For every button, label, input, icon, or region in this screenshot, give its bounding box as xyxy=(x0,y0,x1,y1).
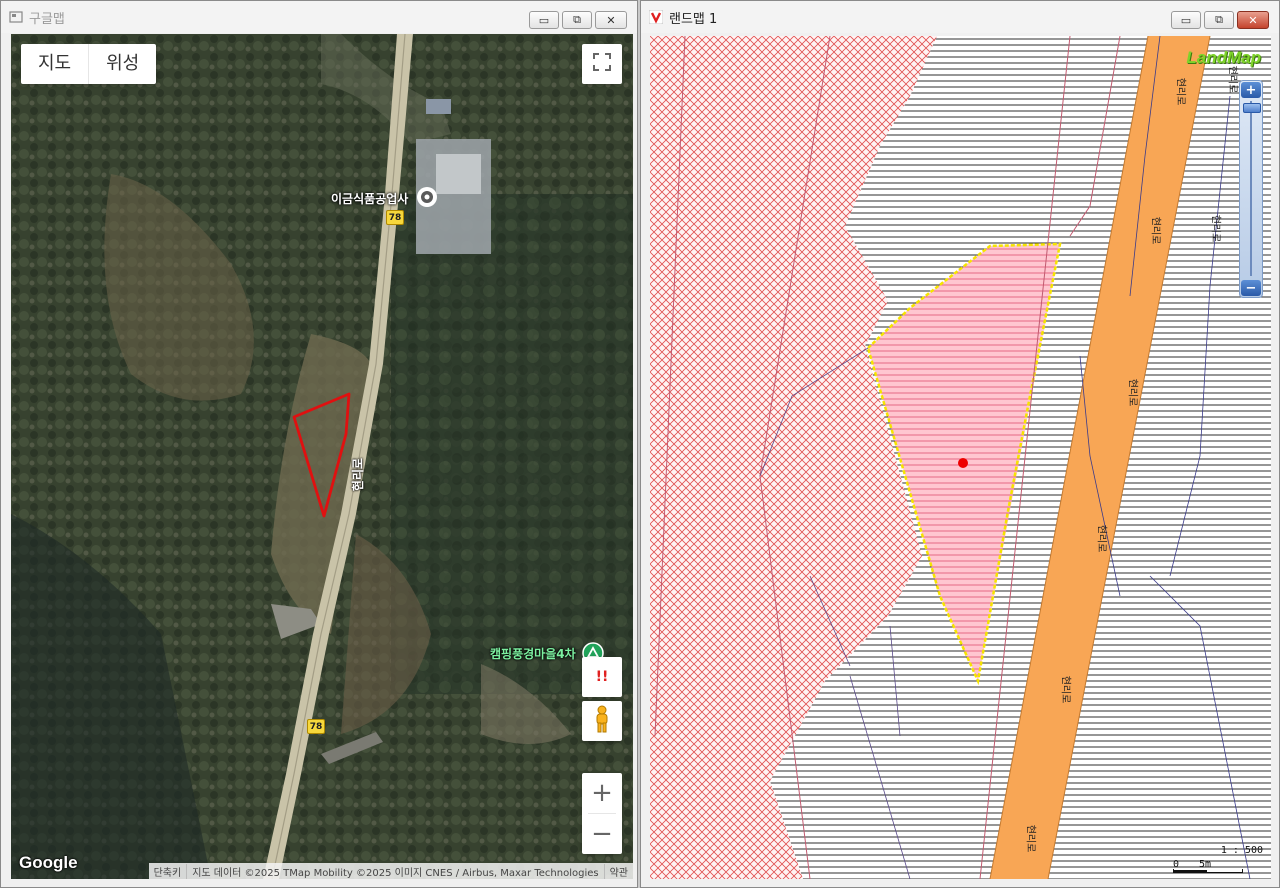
restore-button[interactable]: ⧉ xyxy=(562,11,592,29)
map-copyright-bar: 단축키 지도 데이터 ©2025 TMap Mobility ©2025 이미지… xyxy=(148,863,633,879)
satellite-tab[interactable]: 위성 xyxy=(88,44,156,84)
satellite-map[interactable]: 지도 위성 이금식품공업사 캠핑풍경마을4차 78 78 현리로 !! + − … xyxy=(11,34,633,879)
scale-ratio: 1 : 500 xyxy=(1220,845,1263,856)
location-marker xyxy=(958,458,968,468)
street-view-button[interactable] xyxy=(582,701,622,741)
route-badge: 78 xyxy=(386,210,404,225)
title-bar[interactable]: 구글맵 ▭ ⧉ ✕ xyxy=(1,1,637,33)
scale-bar: 1 : 500 0 5m xyxy=(1173,845,1263,875)
cadastral-drawing xyxy=(650,36,1271,879)
map-tab[interactable]: 지도 xyxy=(21,44,88,84)
road-label: 현리로 xyxy=(1174,77,1186,106)
minimize-button[interactable]: ▭ xyxy=(1171,11,1201,29)
restore-button[interactable]: ⧉ xyxy=(1204,11,1234,29)
road-label: 현리로 xyxy=(1126,378,1138,407)
route-badge: 78 xyxy=(307,719,325,734)
road-label: 현리로 xyxy=(1095,524,1107,553)
minimize-button[interactable]: ▭ xyxy=(529,11,559,29)
pegman-icon xyxy=(593,705,611,737)
close-button[interactable]: ✕ xyxy=(1237,11,1269,29)
terms-link[interactable]: 약관 xyxy=(603,863,633,879)
fullscreen-button[interactable] xyxy=(582,44,622,84)
app-icon xyxy=(9,10,23,24)
shortcuts-link[interactable]: 단축키 xyxy=(149,864,187,879)
place-name: 이금식품공업사 xyxy=(331,192,409,206)
landmap-window: 랜드맵 1 ▭ ⧉ ✕ 현리로 현리로 현리로 현리로 현리로 현리로 현리로 … xyxy=(640,0,1280,888)
map-type-control: 지도 위성 xyxy=(21,44,157,84)
landmap-logo: LandMap xyxy=(1186,48,1261,67)
road-name-label: 현리로 xyxy=(351,457,366,492)
scale-segment xyxy=(1173,870,1207,873)
satellite-imagery xyxy=(11,34,633,879)
close-button[interactable]: ✕ xyxy=(595,11,627,29)
google-logo: Google xyxy=(19,853,78,872)
zoom-slider[interactable]: + − xyxy=(1239,80,1263,298)
zoom-thumb[interactable] xyxy=(1243,103,1261,113)
landmap-app-icon xyxy=(648,9,664,25)
zoom-control: + − xyxy=(582,773,622,854)
place-name: 캠핑풍경마을4차 xyxy=(490,647,576,661)
road-label: 현리로 xyxy=(1059,675,1071,704)
place-pin-icon xyxy=(416,186,438,213)
zoom-in-button[interactable]: + xyxy=(1241,82,1261,98)
place-label-1[interactable]: 이금식품공업사 xyxy=(331,186,438,213)
report-button[interactable]: !! xyxy=(582,657,622,697)
window-title: 구글맵 xyxy=(29,11,65,27)
road-label: 현리로 xyxy=(1024,824,1036,853)
window-title: 랜드맵 1 xyxy=(669,11,718,27)
cadastral-map[interactable]: 현리로 현리로 현리로 현리로 현리로 현리로 현리로 현리로 LandMap … xyxy=(650,36,1271,879)
road-label: 현리로 xyxy=(1149,216,1161,245)
zoom-in-button[interactable]: + xyxy=(591,773,613,813)
title-bar[interactable]: 랜드맵 1 ▭ ⧉ ✕ xyxy=(641,1,1279,33)
zoom-out-button[interactable]: − xyxy=(591,814,613,854)
zoom-out-button[interactable]: − xyxy=(1241,280,1261,296)
fullscreen-icon xyxy=(593,53,611,75)
zoom-track xyxy=(1250,101,1252,276)
road-label: 현리로 xyxy=(1209,214,1221,243)
map-data-attribution: 지도 데이터 ©2025 TMap Mobility ©2025 이미지 CNE… xyxy=(186,863,603,879)
google-map-window: 구글맵 ▭ ⧉ ✕ 지도 위성 이금식품공업사 캠핑풍경마을4차 78 78 현… xyxy=(0,0,638,888)
